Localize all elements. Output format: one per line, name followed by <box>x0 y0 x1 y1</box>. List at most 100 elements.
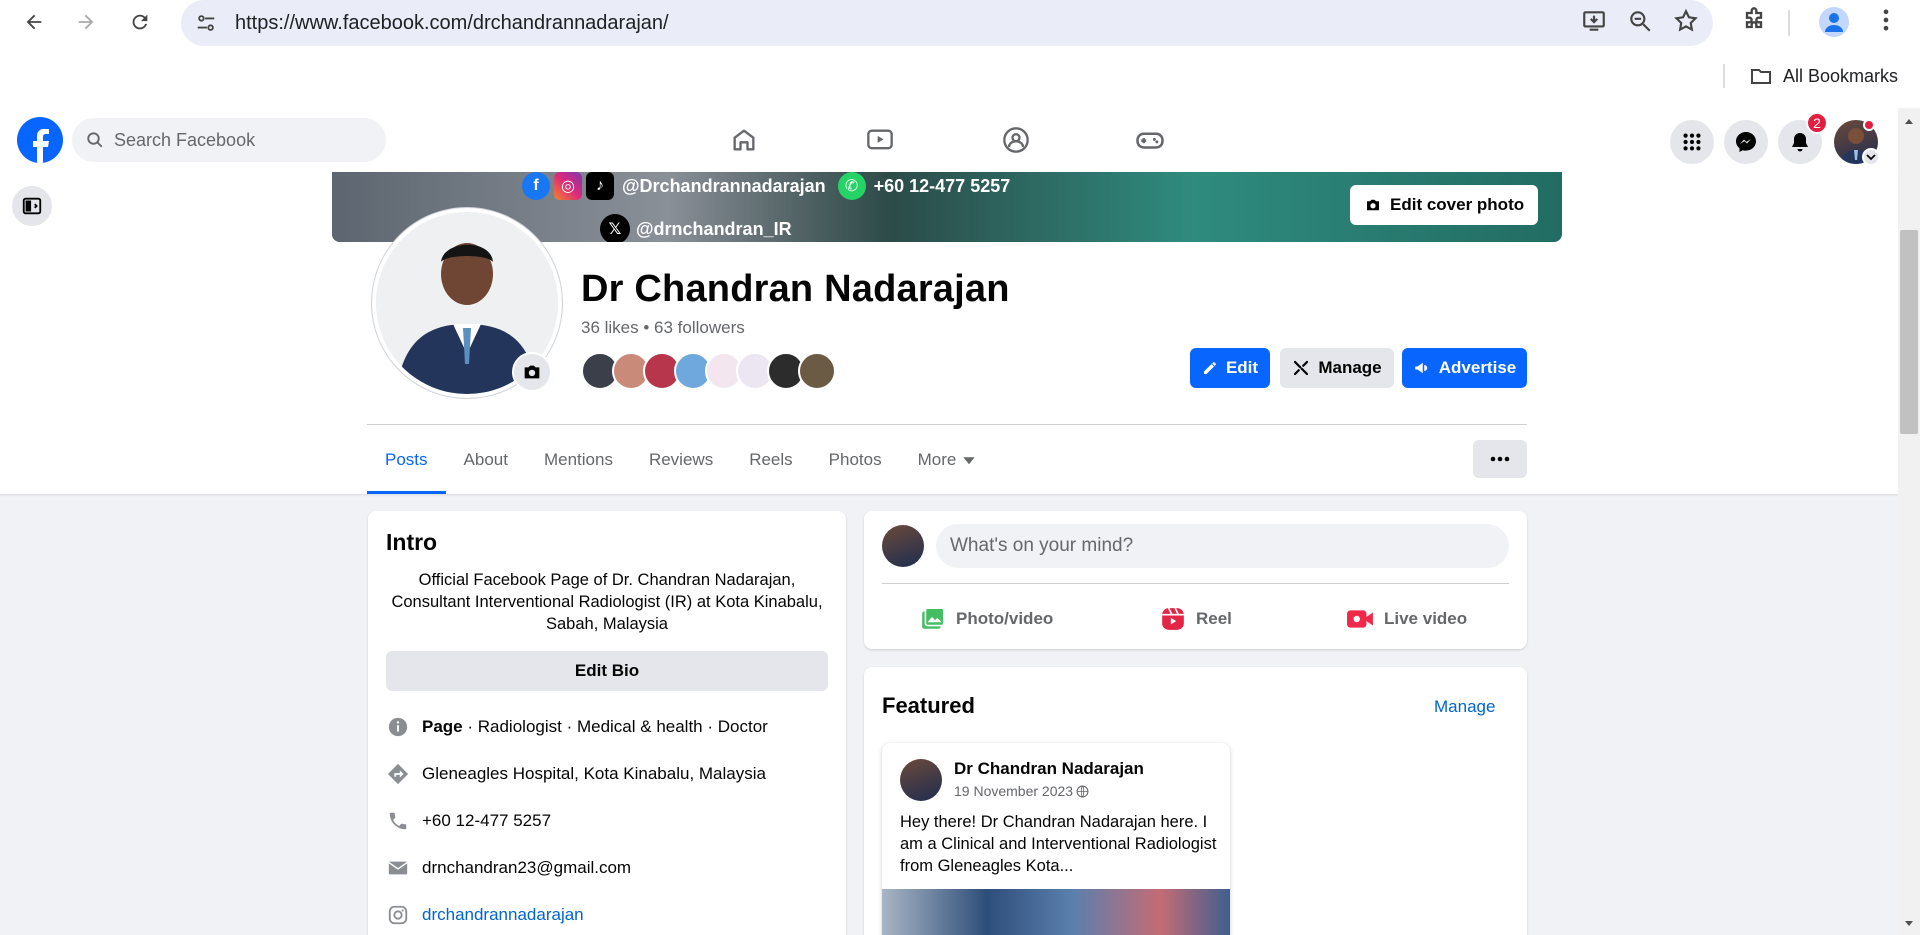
sidebar-panel-icon <box>22 197 42 215</box>
info-row-phone: +60 12-477 5257 <box>386 810 551 832</box>
tab-label: Mentions <box>543 450 613 469</box>
install-app-icon[interactable] <box>1581 8 1607 39</box>
tab-reviews[interactable]: Reviews <box>631 426 731 494</box>
url-text[interactable]: https://www.facebook.com/drchandrannadar… <box>235 12 669 35</box>
chrome-profile-button[interactable] <box>1818 6 1850 38</box>
all-bookmarks-button[interactable]: All Bookmarks <box>1749 64 1898 88</box>
post-author[interactable]: Dr Chandran Nadarajan <box>954 759 1144 779</box>
tab-photos[interactable]: Photos <box>811 426 900 494</box>
megaphone-icon <box>1415 362 1427 374</box>
info-row-category: Page · Radiologist · Medical & health · … <box>386 716 768 738</box>
post-image[interactable] <box>882 889 1230 935</box>
intro-bio: Official Facebook Page of Dr. Chandran N… <box>391 571 823 633</box>
composer-avatar[interactable] <box>882 525 924 567</box>
tab-about[interactable]: About <box>446 426 526 494</box>
forward-arrow-icon <box>78 14 94 30</box>
info-row-location: Gleneagles Hospital, Kota Kinabalu, Mala… <box>386 763 766 785</box>
kebab-menu-icon <box>1883 9 1889 31</box>
edit-bio-button[interactable]: Edit Bio <box>386 651 828 691</box>
bookmark-star-icon[interactable] <box>1673 8 1699 39</box>
page-tabs: Posts About Mentions Reviews Reels Photo… <box>367 426 994 494</box>
user-icon <box>1819 7 1849 37</box>
messenger-icon <box>1736 132 1756 152</box>
bookmarks-divider <box>1723 64 1725 88</box>
intro-title: Intro <box>386 529 438 555</box>
advertise-button[interactable]: Advertise <box>1402 348 1527 388</box>
zoom-icon[interactable] <box>1627 8 1653 39</box>
cover-x-row: 𝕏 @drnchandran_IR <box>600 214 792 242</box>
create-post-card: What's on your mind? Photo/video Reel Li… <box>864 511 1527 649</box>
bell-icon <box>1792 133 1808 152</box>
email-text[interactable]: drnchandran23@gmail.com <box>422 858 631 878</box>
scroll-down-arrow[interactable] <box>1903 917 1915 929</box>
account-alert-dot <box>1863 119 1875 131</box>
whats-on-your-mind-input[interactable]: What's on your mind? <box>936 524 1509 568</box>
all-bookmarks-label: All Bookmarks <box>1782 65 1898 86</box>
manage-page-button[interactable]: Manage <box>1280 348 1394 388</box>
sidebar-toggle-button[interactable] <box>12 186 52 226</box>
update-profile-picture-button[interactable] <box>512 352 552 392</box>
photo-video-button[interactable]: Photo/video <box>920 599 1053 639</box>
facebook-social-icon: f <box>522 172 550 200</box>
messenger-button[interactable] <box>1724 120 1768 164</box>
tools-icon <box>1294 360 1309 376</box>
featured-manage-link[interactable]: Manage <box>1434 697 1495 717</box>
facebook-header: Search Facebook <box>0 108 1898 172</box>
menu-button[interactable] <box>1670 120 1714 164</box>
back-button[interactable] <box>18 6 50 38</box>
post-date[interactable]: 19 November 2023 <box>954 783 1089 799</box>
reel-icon <box>1162 607 1184 630</box>
groups-nav-button[interactable] <box>1000 124 1032 156</box>
toolbar-divider <box>1788 10 1790 36</box>
follower-avatars[interactable] <box>581 352 836 390</box>
gaming-nav-button[interactable] <box>1134 124 1166 156</box>
follower-avatar[interactable] <box>798 352 836 390</box>
page-stats[interactable]: 36 likes • 63 followers <box>581 318 745 338</box>
post-text: Hey there! Dr Chandran Nadarajan here. I… <box>900 813 1217 875</box>
live-video-button[interactable]: Live video <box>1346 599 1467 639</box>
info-row-instagram: drchandrannadarajan <box>386 904 584 926</box>
featured-title: Featured <box>882 693 975 718</box>
photo-video-label: Photo/video <box>956 609 1054 628</box>
cover-social-handle: @Drchandrannadarajan <box>622 175 826 196</box>
video-nav-button[interactable] <box>864 124 896 156</box>
page-options-button[interactable] <box>1473 440 1527 478</box>
chrome-menu-button[interactable] <box>1872 6 1900 34</box>
home-nav-button[interactable] <box>728 124 760 156</box>
page-scrollbar-thumb[interactable] <box>1900 230 1918 434</box>
tab-mentions[interactable]: Mentions <box>526 426 631 494</box>
scroll-up-arrow[interactable] <box>1903 116 1915 128</box>
extensions-button[interactable] <box>1740 6 1768 34</box>
tab-posts[interactable]: Posts <box>367 426 446 494</box>
featured-post[interactable]: Dr Chandran Nadarajan 19 November 2023 H… <box>882 743 1230 935</box>
instagram-link[interactable]: drchandrannadarajan <box>422 905 584 925</box>
puzzle-icon <box>1745 7 1763 29</box>
reload-button[interactable] <box>124 6 156 38</box>
tab-reels[interactable]: Reels <box>731 426 810 494</box>
cover-social-row: f ◎ ♪ @Drchandrannadarajan ✆ +60 12-477 … <box>522 172 1010 200</box>
forward-button[interactable] <box>70 6 102 38</box>
x-social-icon: 𝕏 <box>600 214 630 242</box>
groups-icon <box>1003 127 1029 153</box>
facebook-logo-icon[interactable] <box>17 117 63 163</box>
composer-placeholder: What's on your mind? <box>950 535 1134 556</box>
location-text[interactable]: Gleneagles Hospital, Kota Kinabalu, Mala… <box>422 764 766 784</box>
edit-page-button[interactable]: Edit <box>1190 348 1270 388</box>
phone-icon <box>386 810 410 832</box>
post-author-avatar[interactable] <box>900 759 942 801</box>
tab-label: More <box>917 450 957 469</box>
site-settings-icon[interactable] <box>195 12 217 39</box>
address-bar[interactable]: https://www.facebook.com/drchandrannadar… <box>181 0 1713 46</box>
account-menu-caret[interactable] <box>1862 148 1880 166</box>
category-text: · Radiologist · Medical & health · Docto… <box>462 717 768 736</box>
edit-cover-photo-button[interactable]: Edit cover photo <box>1350 185 1539 225</box>
tab-label: Reels <box>749 450 793 469</box>
reel-button[interactable]: Reel <box>1160 599 1232 639</box>
video-icon <box>867 129 893 150</box>
tabs-divider <box>367 424 1527 425</box>
folder-icon <box>1750 69 1771 84</box>
search-icon <box>86 131 104 149</box>
tab-more[interactable]: More <box>900 426 995 494</box>
search-facebook-input[interactable]: Search Facebook <box>72 118 386 162</box>
reload-icon <box>132 14 148 30</box>
